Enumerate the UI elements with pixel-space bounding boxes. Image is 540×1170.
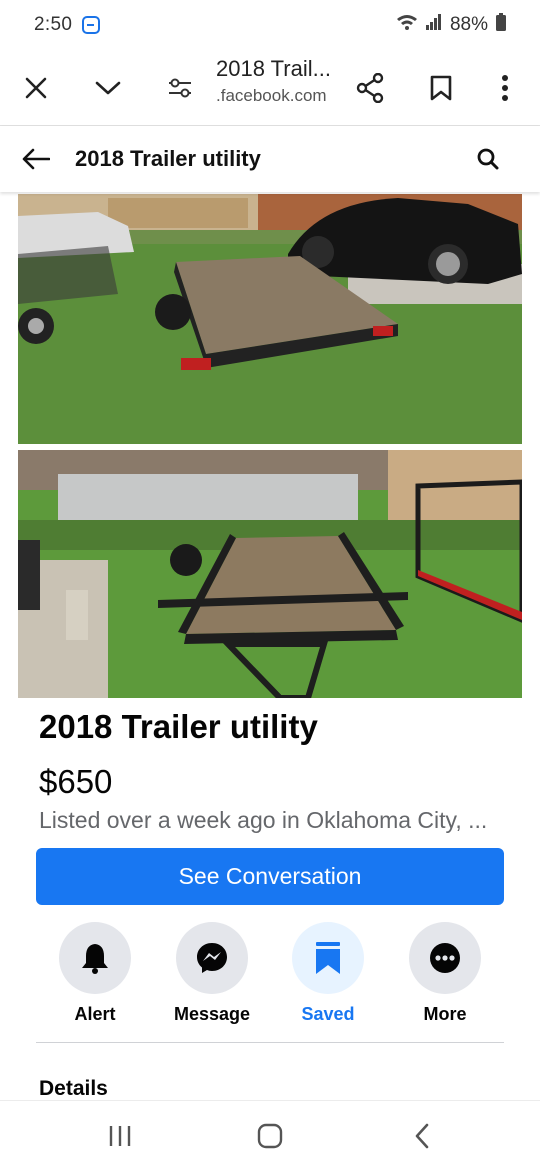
more-button[interactable]: More — [390, 922, 500, 1025]
battery-text: 88% — [449, 14, 488, 35]
alert-button[interactable]: Alert — [40, 922, 150, 1025]
status-time: 2:50 — [34, 14, 73, 35]
trailer-photo-2[interactable] — [18, 450, 522, 698]
alert-label: Alert — [74, 1004, 116, 1024]
chevron-down-icon[interactable] — [88, 68, 128, 108]
status-bar: 2:50 88% — [0, 0, 540, 50]
page-title: 2018 Trailer utility — [75, 146, 261, 171]
system-nav-bar — [0, 1100, 540, 1170]
share-icon[interactable] — [350, 68, 390, 108]
status-indicators: 88% — [396, 13, 506, 37]
listing-title: 2018 Trailer utility — [39, 708, 318, 745]
browser-page-title: 2018 Trail... — [216, 56, 331, 81]
url-display[interactable]: 2018 Trail... .facebook.com — [216, 56, 346, 106]
saved-button[interactable]: Saved — [273, 922, 383, 1025]
more-label: More — [423, 1004, 467, 1024]
browser-domain: .facebook.com — [216, 86, 327, 105]
more-vert-icon[interactable] — [485, 68, 525, 108]
app-notification-icon — [82, 16, 101, 34]
more-horiz-icon — [409, 922, 481, 994]
search-icon[interactable] — [468, 139, 508, 179]
wifi-icon — [396, 13, 418, 37]
trailer-photo-1[interactable] — [18, 194, 522, 444]
divider — [36, 1042, 504, 1043]
battery-icon — [496, 13, 506, 37]
page-header: 2018 Trailer utility — [0, 126, 540, 192]
see-conversation-button[interactable]: See Conversation — [36, 848, 504, 905]
messenger-icon — [176, 922, 248, 994]
signal-icon — [425, 14, 442, 36]
browser-toolbar: 2018 Trail... .facebook.com — [0, 50, 540, 126]
bookmark-icon[interactable] — [421, 68, 461, 108]
message-label: Message — [173, 1004, 251, 1024]
home-icon[interactable] — [250, 1119, 290, 1153]
saved-label: Saved — [301, 1004, 355, 1024]
recent-apps-icon[interactable] — [100, 1119, 140, 1153]
details-heading: Details — [39, 1077, 108, 1100]
back-arrow-icon[interactable] — [16, 139, 56, 179]
close-icon[interactable] — [16, 68, 56, 108]
message-button[interactable]: Message — [157, 922, 267, 1025]
page-settings-icon[interactable] — [160, 68, 200, 108]
bookmark-filled-icon — [292, 922, 364, 994]
listing-meta: Listed over a week ago in Oklahoma City,… — [39, 807, 488, 833]
bell-icon — [59, 922, 131, 994]
action-row: Alert Message Saved More — [0, 922, 540, 1032]
listing-price: $650 — [39, 763, 113, 800]
back-icon[interactable] — [402, 1119, 442, 1153]
